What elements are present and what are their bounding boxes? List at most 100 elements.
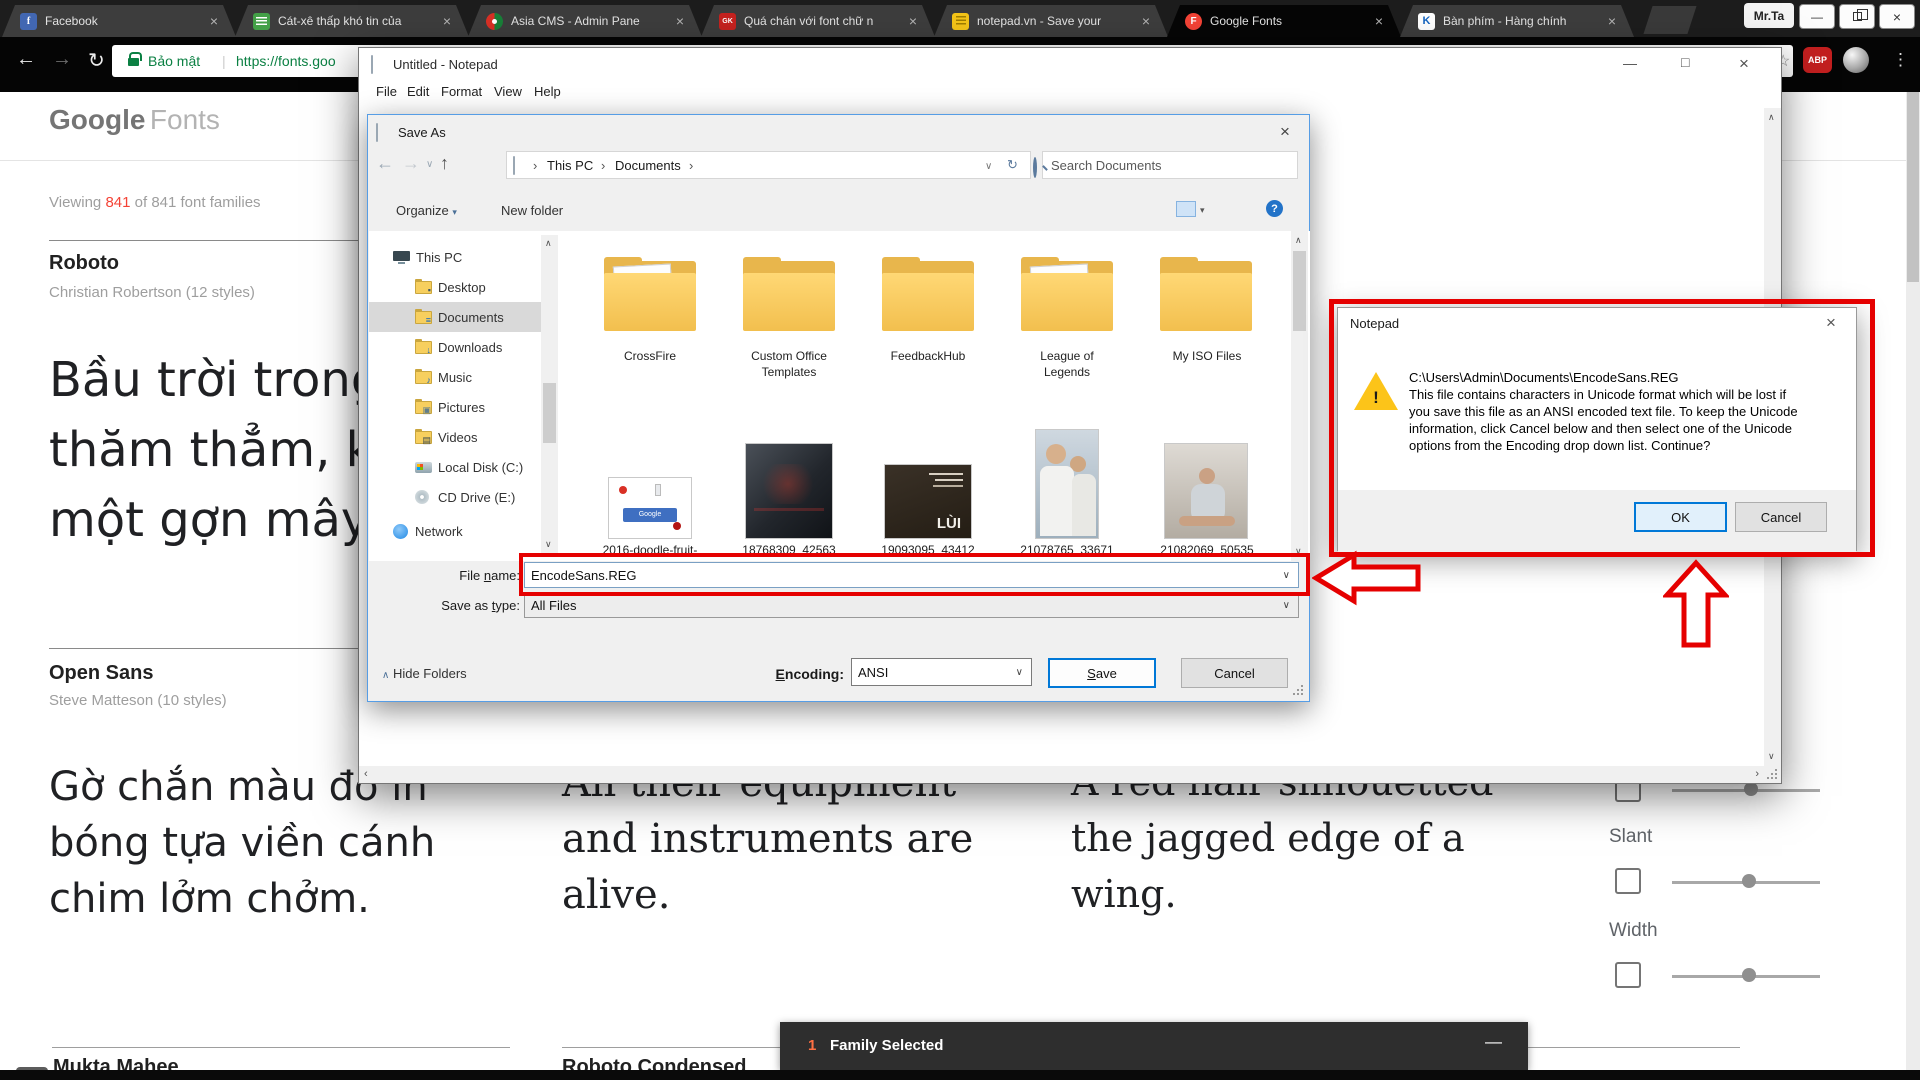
folder-my-iso-files[interactable] bbox=[1160, 257, 1252, 331]
sidebar-item-documents[interactable]: ≡Documents bbox=[415, 302, 504, 332]
scroll-up-icon[interactable]: ∧ bbox=[1768, 112, 1775, 123]
notepad-close-icon[interactable]: × bbox=[1739, 54, 1749, 74]
sidebar-item-music[interactable]: ♪Music bbox=[415, 362, 472, 392]
notepad-maximize-icon[interactable]: □ bbox=[1681, 54, 1689, 70]
tab-close-icon[interactable]: × bbox=[443, 13, 451, 29]
right-sample-line[interactable]: wing. bbox=[1071, 872, 1177, 916]
file-thumbnail-portrait[interactable] bbox=[1035, 429, 1099, 539]
width-slider-thumb[interactable] bbox=[1742, 968, 1756, 982]
scroll-left-icon[interactable]: ‹ bbox=[364, 768, 368, 780]
nav-up-icon[interactable]: ↑ bbox=[440, 153, 449, 174]
file-thumbnail-keyboard[interactable] bbox=[745, 443, 833, 539]
middle-sample-line[interactable]: and instruments are bbox=[562, 816, 973, 862]
reload-icon[interactable]: ↻ bbox=[88, 48, 105, 73]
dialog-resize-grip[interactable] bbox=[1293, 693, 1295, 695]
width-checkbox[interactable] bbox=[1615, 962, 1641, 988]
folder-crossfire[interactable] bbox=[604, 257, 696, 331]
profile-button[interactable]: Mr.Ta bbox=[1744, 3, 1794, 28]
encoding-select[interactable]: ANSI ∨ bbox=[851, 658, 1032, 686]
forward-icon[interactable]: → bbox=[52, 48, 72, 71]
sidebar-item-cd-drive[interactable]: CD Drive (E:) bbox=[415, 482, 515, 512]
cancel-button[interactable]: Cancel bbox=[1181, 658, 1288, 688]
help-icon[interactable]: ? bbox=[1266, 200, 1283, 217]
nav-history-icon[interactable]: ∨ bbox=[426, 159, 433, 170]
tab-close-icon[interactable]: × bbox=[1608, 13, 1616, 29]
scroll-down-icon[interactable]: ∨ bbox=[1768, 751, 1775, 762]
collapse-bar-icon[interactable]: — bbox=[1485, 1032, 1502, 1052]
folder-league-of-legends[interactable] bbox=[1021, 257, 1113, 331]
file-thumbnail-poster[interactable]: LÙI bbox=[884, 464, 972, 539]
scroll-up-icon[interactable]: ∧ bbox=[1295, 235, 1302, 246]
organize-button[interactable]: Organize ▾ bbox=[396, 203, 457, 218]
tab-dan-news[interactable]: Cát-xê thấp khó tin của × bbox=[235, 5, 469, 37]
breadcrumb-this-pc[interactable]: This PC bbox=[547, 158, 593, 173]
file-thumbnail-doodle[interactable]: Google bbox=[608, 477, 692, 539]
sidebar-item-local-disk[interactable]: Local Disk (C:) bbox=[415, 452, 523, 482]
page-scrollbar-thumb[interactable] bbox=[1907, 92, 1919, 282]
new-tab-button[interactable] bbox=[1643, 6, 1696, 34]
dialog-close-icon[interactable]: × bbox=[1280, 122, 1290, 142]
tab-facebook[interactable]: f Facebook × bbox=[2, 5, 236, 37]
combo-chevron-icon[interactable]: ∨ bbox=[1016, 667, 1023, 678]
tab-close-icon[interactable]: × bbox=[1375, 13, 1383, 29]
menu-edit[interactable]: Edit bbox=[407, 84, 429, 99]
browser-menu-icon[interactable]: ⋮ bbox=[1892, 50, 1909, 70]
nav-forward-icon[interactable]: → bbox=[402, 153, 420, 174]
save-button[interactable]: Save bbox=[1048, 658, 1156, 688]
back-icon[interactable]: ← bbox=[16, 48, 36, 71]
menu-view[interactable]: View bbox=[494, 84, 522, 99]
scroll-up-icon[interactable]: ∧ bbox=[545, 238, 552, 249]
window-restore-button[interactable] bbox=[1839, 4, 1875, 29]
search-box[interactable]: Search Documents bbox=[1042, 151, 1298, 179]
view-mode-icon[interactable] bbox=[1176, 201, 1196, 217]
filter-slider-thumb[interactable] bbox=[1744, 782, 1758, 796]
tab-keyboard-shop[interactable]: K Bàn phím - Hàng chính × bbox=[1400, 5, 1634, 37]
extension-sphere-icon[interactable] bbox=[1843, 47, 1869, 73]
file-thumbnail-sitting[interactable] bbox=[1164, 443, 1248, 539]
slant-checkbox[interactable] bbox=[1615, 868, 1641, 894]
sidebar-item-network[interactable]: Network bbox=[393, 516, 463, 546]
tab-close-icon[interactable]: × bbox=[676, 13, 684, 29]
opensans-sample-line[interactable]: chim lởm chởm. bbox=[49, 876, 370, 922]
menu-format[interactable]: Format bbox=[441, 84, 482, 99]
combo-chevron-icon[interactable]: ∨ bbox=[1283, 600, 1290, 611]
window-minimize-button[interactable]: — bbox=[1799, 4, 1835, 29]
tab-asia-cms[interactable]: Asia CMS - Admin Pane × bbox=[468, 5, 702, 37]
menu-file[interactable]: File bbox=[376, 84, 397, 99]
tab-google-fonts[interactable]: F Google Fonts × bbox=[1167, 5, 1401, 37]
sidebar-item-videos[interactable]: ▤Videos bbox=[415, 422, 478, 452]
breadcrumb-documents[interactable]: Documents bbox=[615, 158, 681, 173]
tab-gk-news[interactable]: GK Quá chán với font chữ n × bbox=[701, 5, 935, 37]
window-close-button[interactable]: × bbox=[1879, 4, 1915, 29]
view-mode-caret-icon[interactable]: ▾ bbox=[1200, 205, 1205, 216]
slant-slider-thumb[interactable] bbox=[1742, 874, 1756, 888]
crumb-dropdown-icon[interactable]: ∨ bbox=[985, 161, 992, 172]
notepad-minimize-icon[interactable]: — bbox=[1623, 55, 1637, 71]
sidebar-item-downloads[interactable]: ↓Downloads bbox=[415, 332, 502, 362]
tab-notepad-vn[interactable]: notepad.vn - Save your × bbox=[934, 5, 1168, 37]
font-name-roboto[interactable]: Roboto bbox=[49, 252, 119, 275]
folder-custom-office-templates[interactable] bbox=[743, 257, 835, 331]
font-name-open-sans[interactable]: Open Sans bbox=[49, 662, 153, 685]
tab-close-icon[interactable]: × bbox=[909, 13, 917, 29]
sidebar-item-this-pc[interactable]: This PC bbox=[393, 242, 462, 272]
breadcrumb[interactable]: › This PC › Documents › ∨ ↻ bbox=[506, 151, 1031, 179]
adblock-icon[interactable]: ABP bbox=[1803, 47, 1832, 73]
url-text[interactable]: https://fonts.goo bbox=[236, 45, 336, 77]
middle-sample-line[interactable]: alive. bbox=[562, 872, 670, 918]
folder-feedbackhub[interactable] bbox=[882, 257, 974, 331]
new-folder-button[interactable]: New folder bbox=[501, 203, 563, 218]
menu-help[interactable]: Help bbox=[534, 84, 561, 99]
family-selected-bar[interactable]: 1 Family Selected — bbox=[780, 1022, 1528, 1070]
right-sample-line[interactable]: the jagged edge of a bbox=[1071, 816, 1465, 860]
notepad-resize-corner[interactable] bbox=[1764, 766, 1781, 783]
hide-folders-button[interactable]: ∧ Hide Folders bbox=[382, 666, 467, 681]
scrollbar-thumb[interactable] bbox=[1293, 251, 1306, 331]
refresh-icon[interactable]: ↻ bbox=[1007, 157, 1018, 173]
roboto-sample-line[interactable]: một gợn mây. bbox=[49, 492, 378, 548]
sidebar-item-desktop[interactable]: ▪Desktop bbox=[415, 272, 486, 302]
file-list-scrollbar[interactable]: ∧ ∨ bbox=[1291, 231, 1308, 561]
scroll-right-icon[interactable]: › bbox=[1755, 768, 1759, 780]
opensans-sample-line[interactable]: bóng tựa viền cánh bbox=[49, 820, 435, 866]
google-fonts-logo[interactable]: Google Fonts bbox=[49, 104, 220, 136]
